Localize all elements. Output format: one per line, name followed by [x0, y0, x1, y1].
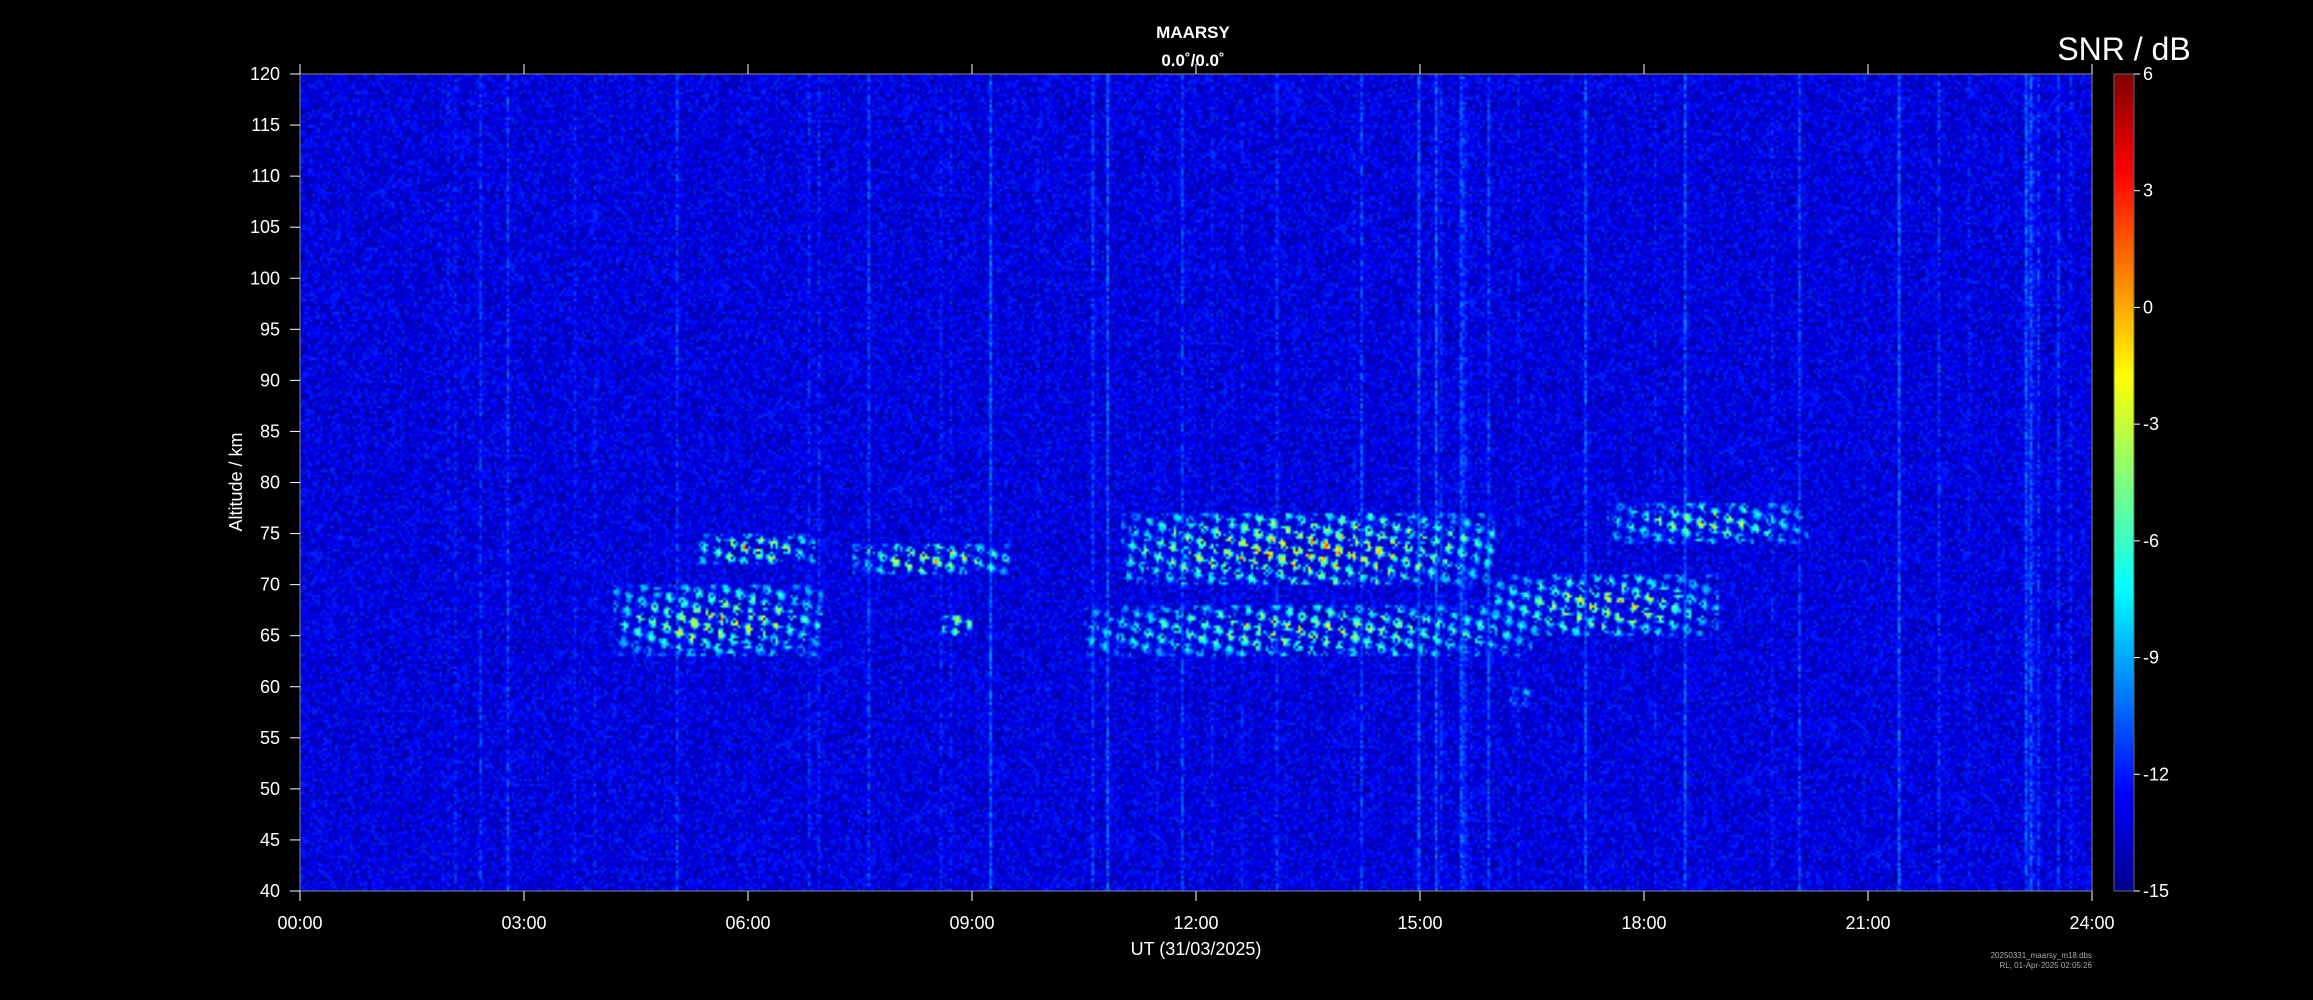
- colorbar-tick-label: -9: [2143, 648, 2159, 668]
- y-tick-label: 95: [260, 319, 280, 339]
- x-tick-label: 06:00: [725, 913, 770, 933]
- chart-figure: MAARSY 0.0˚/0.0˚ 00:00 03:00 06:00 09:00 12:…: [226, 23, 2191, 970]
- y-tick-label: 105: [250, 217, 280, 237]
- colorbar-tick-label: -12: [2143, 764, 2169, 784]
- y-tick-label: 110: [251, 166, 280, 186]
- colorbar-tick-label: -6: [2143, 531, 2159, 551]
- x-tick-label: 12:00: [1173, 913, 1218, 933]
- footer-timestamp: RL, 01-Apr-2025 02:05:26: [1999, 961, 2092, 970]
- chart-subtitle: 0.0˚/0.0˚: [1161, 51, 1224, 70]
- y-tick-label: 70: [260, 575, 280, 595]
- y-tick-label: 85: [260, 421, 280, 441]
- y-axis: 40 45 50 55 60 65 70 75 80 85 90 95 100 105 110 115 120: [250, 64, 300, 901]
- colorbar-tick-label: 6: [2143, 64, 2153, 84]
- colorbar-tick-label: -15: [2143, 881, 2169, 901]
- x-tick-label: 24:00: [2069, 913, 2114, 933]
- colorbar-tick-label: 0: [2143, 297, 2153, 317]
- y-tick-label: 75: [260, 524, 280, 544]
- colorbar-label: SNR / dB: [2057, 31, 2190, 67]
- y-tick-label: 115: [251, 115, 280, 135]
- x-tick-label: 21:00: [1845, 913, 1890, 933]
- y-tick-label: 65: [260, 626, 280, 646]
- colorbar: [2113, 73, 2135, 892]
- y-axis-label: Altitude / km: [226, 432, 246, 531]
- y-tick-label: 80: [260, 473, 280, 493]
- y-tick-label: 50: [260, 779, 280, 799]
- y-tick-label: 60: [260, 677, 280, 697]
- y-tick-label: 55: [260, 728, 280, 748]
- y-tick-label: 40: [260, 881, 280, 901]
- chart-title: MAARSY: [1156, 23, 1230, 42]
- colorbar-tick-label: -3: [2143, 414, 2159, 434]
- x-tick-label: 18:00: [1621, 913, 1666, 933]
- y-tick-label: 120: [250, 64, 280, 84]
- heatmap-image: [300, 74, 2092, 891]
- y-tick-label: 90: [260, 370, 280, 390]
- colorbar-ticks: 6 3 0 -3 -6 -9 -12 -15: [2134, 64, 2169, 901]
- y-tick-label: 45: [260, 830, 280, 850]
- x-tick-label: 15:00: [1397, 913, 1442, 933]
- x-tick-label: 09:00: [949, 913, 994, 933]
- footer-filename: 20250331_maarsy_m18.dbs: [1991, 951, 2092, 960]
- colorbar-tick-label: 3: [2143, 181, 2153, 201]
- x-tick-label: 03:00: [501, 913, 546, 933]
- y-tick-label: 100: [250, 268, 280, 288]
- x-axis-label: UT (31/03/2025): [1131, 939, 1262, 959]
- x-tick-label: 00:00: [277, 913, 322, 933]
